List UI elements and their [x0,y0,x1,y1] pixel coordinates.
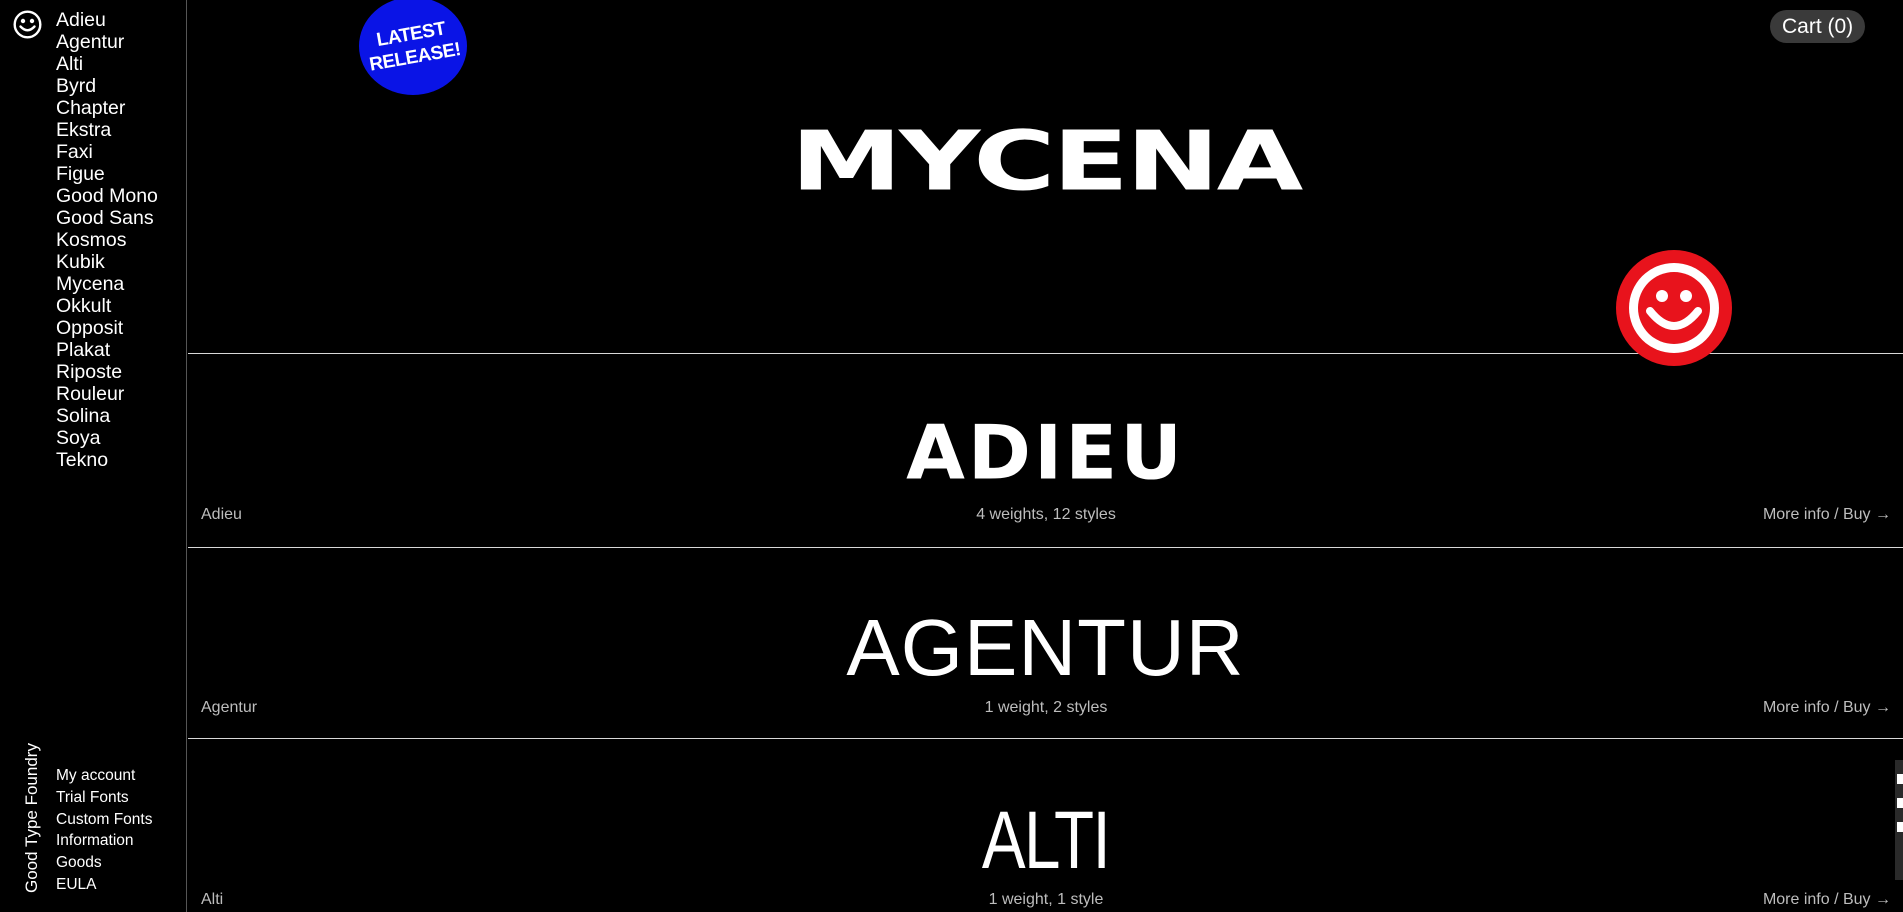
font-link-good-sans[interactable]: Good Sans [56,207,158,229]
footer-links: My account Trial Fonts Custom Fonts Info… [56,765,152,896]
font-row-adieu[interactable]: ADIEU Adieu 4 weights, 12 styles More in… [188,355,1903,548]
font-styles: 4 weights, 12 styles [976,506,1116,523]
font-link-alti[interactable]: Alti [56,53,158,75]
font-link-chapter[interactable]: Chapter [56,97,158,119]
main-content: LATEST RELEASE! Cart (0) MYCENA ADIEU Ad… [188,0,1903,912]
font-link-riposte[interactable]: Riposte [56,361,158,383]
trial-fonts-link[interactable]: Trial Fonts [56,787,152,809]
hero-title: MYCENA [790,114,1304,210]
brand-name[interactable]: Good Type Foundry [21,723,43,893]
font-link-ekstra[interactable]: Ekstra [56,119,158,141]
font-styles: 1 weight, 2 styles [984,699,1108,716]
font-link-tekno[interactable]: Tekno [56,449,158,471]
sidebar: Adieu Agentur Alti Byrd Chapter Ekstra F… [0,0,187,912]
smiley-badge-icon [1616,250,1732,366]
latest-release-badge: LATEST RELEASE! [359,0,467,95]
information-link[interactable]: Information [56,830,152,852]
hero-banner[interactable]: LATEST RELEASE! Cart (0) MYCENA [188,0,1903,366]
my-account-link[interactable]: My account [56,765,152,787]
font-specimen: AGENTUR [846,603,1245,692]
font-link-faxi[interactable]: Faxi [56,141,158,163]
font-link-rouleur[interactable]: Rouleur [56,383,158,405]
font-link-figue[interactable]: Figue [56,163,158,185]
smiley-icon[interactable] [13,10,42,39]
font-link-soya[interactable]: Soya [56,427,158,449]
font-row-alti[interactable]: ALTI Alti 1 weight, 1 style More info / … [188,739,1903,912]
more-info-buy-link[interactable]: More info / Buy → [1763,506,1891,524]
font-row-agentur[interactable]: AGENTUR Agentur 1 weight, 2 styles More … [188,548,1903,739]
font-link-adieu[interactable]: Adieu [56,9,158,31]
cart-button[interactable]: Cart (0) [1770,10,1866,43]
font-link-kubik[interactable]: Kubik [56,251,158,273]
font-link-agentur[interactable]: Agentur [56,31,158,53]
font-link-solina[interactable]: Solina [56,405,158,427]
font-link-good-mono[interactable]: Good Mono [56,185,158,207]
font-link-byrd[interactable]: Byrd [56,75,158,97]
more-info-buy-link[interactable]: More info / Buy → [1763,699,1891,717]
more-info-buy-link[interactable]: More info / Buy → [1763,891,1891,909]
goods-link[interactable]: Goods [56,852,152,874]
latest-release-label: LATEST RELEASE! [367,18,463,76]
font-link-okkult[interactable]: Okkult [56,295,158,317]
font-link-kosmos[interactable]: Kosmos [56,229,158,251]
eula-link[interactable]: EULA [56,874,152,896]
font-link-mycena[interactable]: Mycena [56,273,158,295]
font-styles: 1 weight, 1 style [988,891,1104,908]
font-link-plakat[interactable]: Plakat [56,339,158,361]
widget-icon [1897,774,1903,784]
font-link-opposit[interactable]: Opposit [56,317,158,339]
font-list: Adieu Agentur Alti Byrd Chapter Ekstra F… [56,9,158,471]
widget-icon [1897,798,1903,808]
custom-fonts-link[interactable]: Custom Fonts [56,809,152,831]
side-widget[interactable] [1895,760,1903,880]
font-specimen: ALTI [981,795,1111,886]
font-specimen: ADIEU [906,408,1185,497]
widget-icon [1897,822,1903,832]
